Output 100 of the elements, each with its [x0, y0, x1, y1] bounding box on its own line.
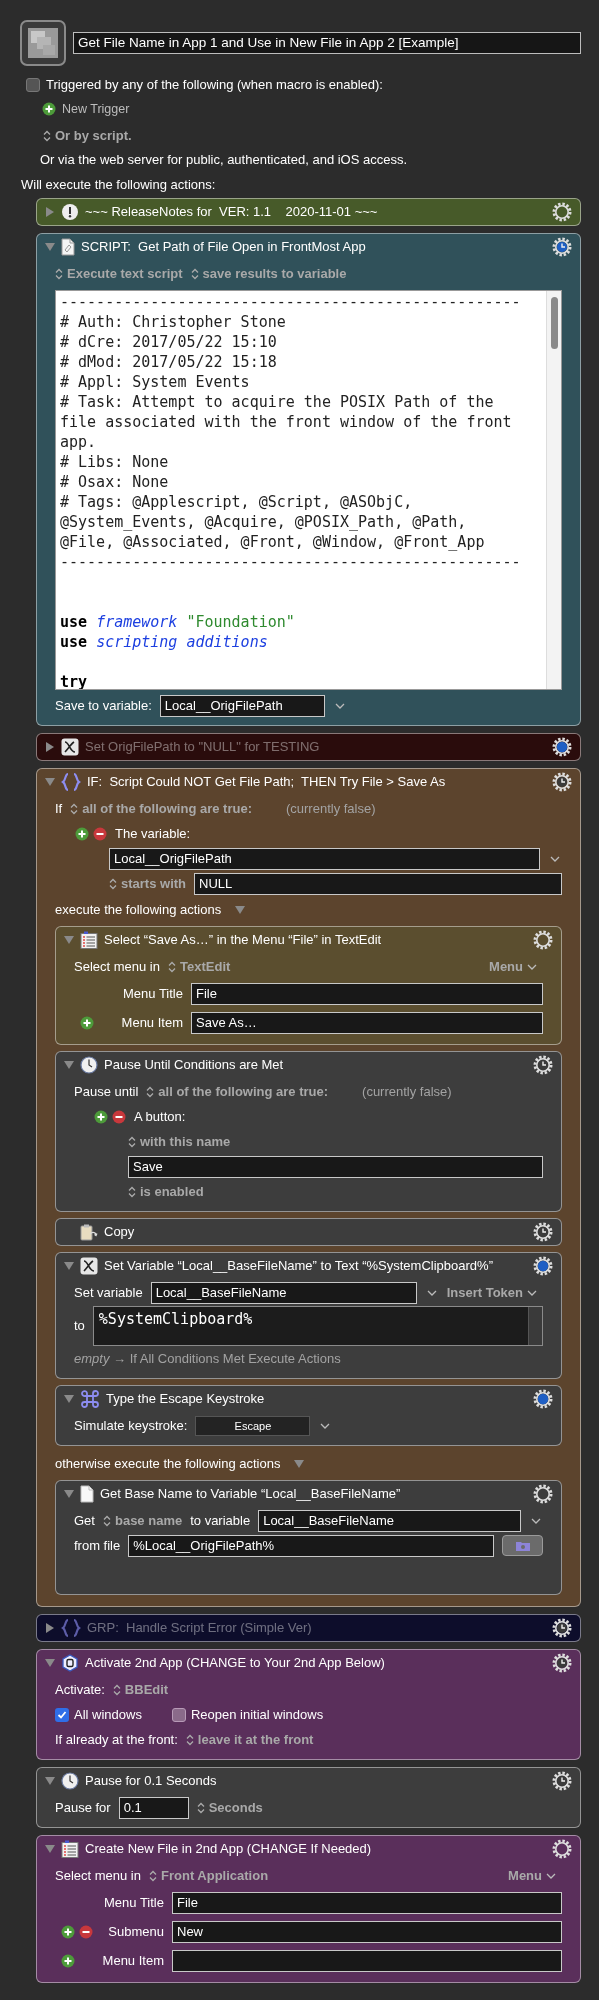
popup-button[interactable]: with this name — [128, 1132, 231, 1152]
popup-button[interactable]: is enabled — [128, 1182, 204, 1202]
gear-dot-icon[interactable] — [533, 1388, 553, 1409]
chevron-down-icon[interactable] — [546, 1872, 556, 1879]
disclosure-triangle-icon[interactable] — [64, 1261, 74, 1270]
text-field[interactable]: 0.1 — [118, 1796, 189, 1819]
updown-chevron-icon[interactable] — [146, 1085, 155, 1098]
action-title: Set OrigFilePath to "NULL" for TESTING — [85, 738, 320, 756]
updown-chevron-icon[interactable] — [128, 1135, 136, 1148]
chevron-down-icon[interactable] — [527, 1289, 537, 1296]
checkmark-icon[interactable] — [57, 1709, 67, 1720]
checkbox[interactable]: Reopen initial windows — [171, 1705, 324, 1725]
popup-button[interactable]: Or by script. — [43, 126, 132, 146]
updown-chevron-icon[interactable] — [128, 1185, 136, 1198]
updown-chevron-icon[interactable] — [190, 267, 199, 280]
text-area[interactable]: %SystemClipboard% — [92, 1305, 543, 1346]
chevron-down-icon[interactable] — [527, 963, 537, 970]
gear-icon[interactable] — [552, 201, 572, 222]
popup-button[interactable]: save results to variable — [190, 264, 347, 284]
menu-button[interactable]: Insert Token — [446, 1283, 543, 1303]
gear-icon[interactable] — [533, 1483, 553, 1504]
plus-icon[interactable] — [61, 1924, 75, 1939]
disclosure-triangle-icon[interactable] — [45, 777, 55, 786]
popup-button[interactable]: base name — [102, 1511, 183, 1531]
gear-clock-icon[interactable] — [552, 1652, 572, 1673]
chevron-down-icon[interactable] — [320, 1422, 331, 1429]
minus-icon[interactable] — [79, 1924, 93, 1939]
label: Set variable — [74, 1284, 143, 1302]
clock-icon — [80, 1055, 98, 1074]
updown-chevron-icon[interactable] — [168, 960, 176, 973]
popup-button[interactable]: Front Application — [149, 1866, 269, 1886]
updown-chevron-icon[interactable] — [43, 130, 51, 142]
disclosure-triangle-icon[interactable] — [45, 1658, 55, 1667]
popup-button[interactable]: Seconds — [196, 1798, 263, 1818]
label: to — [74, 1317, 85, 1335]
gear-icon[interactable] — [533, 929, 553, 950]
disclosure-triangle-icon[interactable] — [45, 1844, 55, 1853]
updown-chevron-icon[interactable] — [112, 1683, 121, 1696]
text-field[interactable]: Local__OrigFilePath — [159, 694, 325, 717]
plus-icon[interactable] — [80, 1015, 94, 1030]
updown-chevron-icon[interactable] — [149, 1869, 157, 1882]
text-field[interactable]: Local__BaseFileName — [258, 1509, 521, 1532]
disclosure-triangle-icon[interactable] — [64, 1489, 74, 1498]
disclosure-triangle-icon[interactable] — [64, 1060, 74, 1069]
popup-button[interactable]: all of the following are true: — [146, 1082, 329, 1102]
popup-button[interactable]: all of the following are true: — [70, 799, 252, 819]
gear-clock-icon[interactable] — [552, 236, 572, 257]
text-field[interactable]: Save As… — [191, 1011, 543, 1034]
new-trigger-button[interactable]: New Trigger — [42, 99, 130, 119]
code-line: # Appl: System Events — [60, 371, 251, 392]
folder-button[interactable] — [502, 1535, 543, 1557]
text-field[interactable]: NULL — [194, 872, 562, 895]
plus-icon[interactable] — [75, 826, 89, 841]
disclosure-triangle-icon[interactable] — [45, 242, 55, 251]
plus-icon[interactable] — [61, 1953, 75, 1968]
minus-icon[interactable] — [93, 826, 107, 841]
updown-chevron-icon[interactable] — [196, 1801, 205, 1814]
scrollbar[interactable] — [546, 290, 561, 689]
disclosure-triangle-icon[interactable] — [294, 1459, 305, 1468]
text-field[interactable]: Local__BaseFileName — [150, 1281, 417, 1304]
menu-button[interactable]: Menu — [508, 1866, 562, 1886]
app-icon — [61, 1653, 79, 1672]
popup-button[interactable]: BBEdit — [112, 1680, 169, 1700]
text-field[interactable]: New — [172, 1920, 562, 1943]
text-field[interactable] — [172, 1949, 562, 1972]
text-field[interactable]: Local__OrigFilePath — [109, 847, 540, 870]
macro-name-field[interactable]: Get File Name in App 1 and Use in New File in App 2 [Example] — [73, 32, 581, 54]
plus-icon[interactable] — [42, 101, 56, 116]
updown-chevron-icon[interactable] — [109, 877, 117, 890]
checkbox[interactable]: Triggered by any of the following (when macro is enabled): — [26, 75, 383, 95]
gear-clock-icon[interactable] — [552, 771, 572, 792]
popup-button[interactable]: leave it at the front — [185, 1730, 314, 1750]
disclosure-triangle-icon[interactable] — [45, 1776, 55, 1785]
updown-chevron-icon[interactable] — [185, 1733, 194, 1746]
gear-clock-icon[interactable] — [533, 1054, 553, 1075]
chevron-down-icon[interactable] — [334, 702, 345, 709]
minus-icon[interactable] — [112, 1109, 126, 1124]
updown-chevron-icon[interactable] — [70, 802, 79, 815]
chevron-down-icon[interactable] — [550, 855, 560, 862]
gear-clock-icon[interactable] — [533, 1221, 553, 1242]
plus-icon[interactable] — [94, 1109, 108, 1124]
popup-button[interactable]: Execute text script — [55, 264, 183, 284]
text-field[interactable]: Save — [128, 1155, 543, 1178]
updown-chevron-icon[interactable] — [102, 1514, 111, 1527]
checkbox[interactable]: All windows — [55, 1705, 142, 1725]
gear-icon[interactable] — [552, 1838, 572, 1859]
text-field[interactable]: File — [191, 982, 543, 1005]
section-label: execute the following actions — [55, 901, 222, 919]
gear-clock-icon[interactable] — [552, 1770, 572, 1791]
popup-button[interactable]: starts with — [109, 874, 186, 894]
text-field[interactable]: %Local__OrigFilePath% — [128, 1534, 494, 1557]
chevron-down-icon[interactable] — [531, 1517, 541, 1524]
chevron-down-icon[interactable] — [426, 1289, 437, 1296]
disclosure-triangle-icon[interactable] — [64, 1394, 74, 1403]
disclosure-triangle-icon[interactable] — [235, 905, 246, 914]
updown-chevron-icon[interactable] — [55, 267, 63, 280]
keystroke-field[interactable]: Escape — [195, 1415, 311, 1436]
text-field[interactable]: File — [172, 1891, 562, 1914]
code-line: @System_Events, @Acquire, @POSIX_Path, @Path, — [60, 511, 468, 532]
gear-dot-icon[interactable] — [533, 1255, 553, 1276]
